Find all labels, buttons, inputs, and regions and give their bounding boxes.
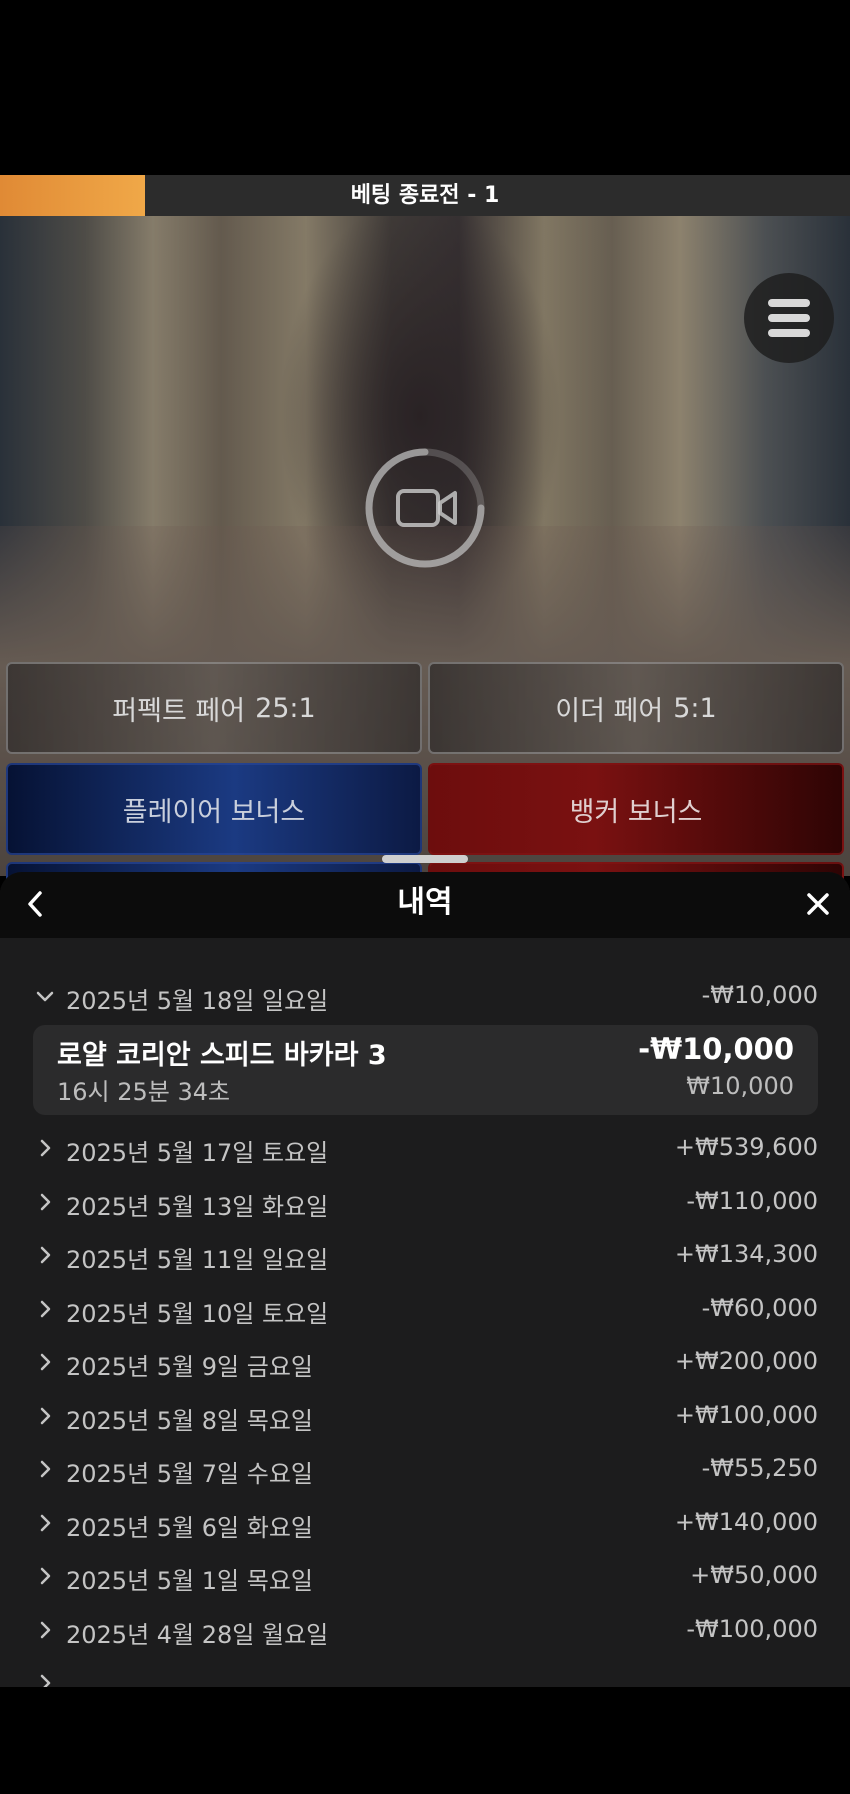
history-amount: +₩140,000 [674,1507,818,1536]
history-detail-card[interactable]: 로얄 코리안 스피드 바카라 3 16시 25분 34초 -₩10,000 ₩1… [33,1025,818,1115]
history-date-row[interactable]: 2025년 5월 6일 화요일 +₩140,000 [0,1504,850,1544]
history-date: 2025년 5월 7일 수요일 [66,1460,313,1488]
either-pair-odds: 5:1 [673,692,717,724]
banker-bonus-bet-button[interactable]: 뱅커 보너스 [428,763,844,855]
history-date-row-expanded[interactable]: 2025년 5월 18일 일요일 -₩10,000 [0,977,850,1017]
perfect-pair-label: 퍼펙트 페어 [112,695,246,727]
chevron-right-icon [40,1621,51,1638]
history-date-row[interactable]: 2025년 5월 8일 목요일 +₩100,000 [0,1397,850,1437]
either-pair-label: 이더 페어 [555,695,664,727]
history-amount: -₩110,000 [686,1186,818,1215]
history-date: 2025년 5월 17일 토요일 [66,1139,329,1167]
history-date: 2025년 4월 28일 월요일 [66,1620,329,1649]
player-bonus-label: 플레이어 보너스 [122,796,306,828]
perfect-pair-odds: 25:1 [255,692,316,724]
banker-bonus-label: 뱅커 보너스 [569,796,703,828]
history-amount: -₩55,250 [701,1454,818,1482]
history-amount: +₩100,000 [674,1400,818,1429]
chevron-right-icon [40,1514,51,1531]
chevron-right-icon [40,1353,51,1371]
history-date-row[interactable]: 2025년 5월 10일 토요일 -₩60,000 [0,1290,850,1330]
chevron-right-icon [40,1139,51,1157]
history-panel: 내역 2025년 5월 18일 일요일 -₩10,000 로얄 코리안 스피드 … [0,872,850,1687]
bet-result: -₩10,000 [638,1032,794,1066]
player-bonus-bet-button[interactable]: 플레이어 보너스 [6,763,422,855]
history-date: 2025년 5월 9일 금요일 [66,1353,313,1381]
menu-button[interactable] [744,273,834,363]
history-amount: -₩100,000 [686,1614,818,1643]
top-letterbox [0,0,850,175]
history-title: 내역 [397,885,453,920]
history-date-row[interactable] [0,1664,850,1687]
either-pair-bet-button[interactable]: 이더 페어 5:1 [428,662,844,754]
chevron-right-icon [40,1300,51,1317]
history-date: 2025년 5월 10일 토요일 [66,1299,329,1328]
game-name: 로얄 코리안 스피드 바카라 3 [57,1040,387,1071]
chevron-right-icon [40,1674,51,1687]
history-date-row[interactable]: 2025년 5월 9일 금요일 +₩200,000 [0,1343,850,1383]
hamburger-icon [768,299,810,307]
history-date-row[interactable]: 2025년 5월 7일 수요일 -₩55,250 [0,1450,850,1490]
chevron-right-icon [40,1193,51,1210]
history-date: 2025년 5월 18일 일요일 [66,987,329,1015]
history-date-row[interactable]: 2025년 5월 17일 토요일 +₩539,600 [0,1129,850,1169]
history-amount: +₩539,600 [674,1133,818,1161]
close-icon[interactable] [800,886,836,922]
history-date: 2025년 5월 13일 화요일 [66,1192,329,1221]
history-date-row[interactable]: 2025년 4월 28일 월요일 -₩100,000 [0,1611,850,1651]
history-amount: -₩60,000 [701,1293,818,1322]
sheet-drag-handle[interactable] [382,855,468,863]
bet-stake: ₩10,000 [686,1072,794,1100]
chevron-right-icon [40,1407,51,1424]
perfect-pair-bet-button[interactable]: 퍼펙트 페어 25:1 [6,662,422,754]
history-date: 2025년 5월 11일 일요일 [66,1246,329,1274]
bottom-letterbox [0,1687,850,1794]
history-date-row[interactable]: 2025년 5월 1일 목요일 +₩50,000 [0,1557,850,1597]
chevron-right-icon [40,1246,51,1264]
history-date: 2025년 5월 1일 목요일 [66,1567,313,1595]
history-date: 2025년 5월 8일 목요일 [66,1406,313,1435]
history-header: 내역 [0,872,850,938]
chevron-right-icon [40,1460,51,1478]
video-camera-icon [396,489,457,527]
chevron-down-icon [36,991,54,1002]
history-date-row[interactable]: 2025년 5월 13일 화요일 -₩110,000 [0,1183,850,1223]
history-amount: +₩134,300 [674,1240,818,1268]
history-date: 2025년 5월 6일 화요일 [66,1513,313,1542]
chevron-right-icon [40,1567,51,1585]
history-amount: +₩200,000 [674,1347,818,1375]
betting-status-text: 베팅 종료전 - 1 [350,183,500,208]
bet-time: 16시 25분 34초 [57,1078,231,1106]
history-amount: -₩10,000 [701,981,818,1009]
betting-status-bar: 베팅 종료전 - 1 [0,175,850,216]
history-amount: +₩50,000 [690,1561,818,1589]
history-date-row[interactable]: 2025년 5월 11일 일요일 +₩134,300 [0,1236,850,1276]
